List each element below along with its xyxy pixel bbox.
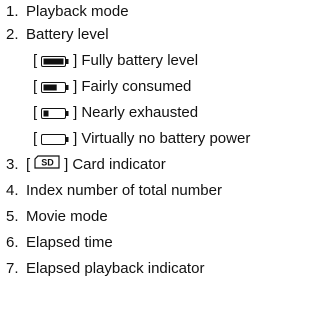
bracket-open: [ (26, 156, 31, 173)
battery-level-label: Fairly consumed (81, 78, 192, 95)
sd-card-icon-text: SD (41, 158, 54, 168)
battery-level-label: Fully battery level (81, 52, 199, 69)
sd-card-icon: SD (34, 152, 60, 178)
item-label: Elapsed time (26, 234, 113, 251)
list-item: 1. Playback mode (6, 2, 324, 22)
list-item: 5. Movie mode (6, 204, 324, 230)
battery-level-item: [ ] Virtually no battery power (6, 126, 324, 152)
item-label: Movie mode (26, 208, 108, 225)
battery-low-icon (41, 107, 69, 119)
item-number: 6. (6, 234, 19, 251)
bracket-close: ] (73, 78, 78, 95)
battery-two-thirds-icon (41, 81, 69, 93)
battery-level-item: [ ] Fairly consumed (6, 74, 324, 100)
item-number: 2. (6, 26, 19, 43)
battery-level-item: [ ] Nearly exhausted (6, 100, 324, 126)
list-item: 7. Elapsed playback indicator (6, 256, 324, 282)
list-item: 6. Elapsed time (6, 230, 324, 256)
list-item: 3. [ SD ] Card indicator (6, 152, 324, 178)
bracket-close: ] (64, 156, 69, 173)
item-label: Battery level (26, 26, 109, 43)
list-item: 4. Index number of total number (6, 178, 324, 204)
item-label: Card indicator (72, 156, 166, 173)
bracket-open: [ (33, 52, 38, 69)
item-number: 4. (6, 182, 19, 199)
bracket-open: [ (33, 104, 38, 121)
bracket-open: [ (33, 130, 38, 147)
battery-full-icon (41, 55, 69, 67)
bracket-close: ] (73, 52, 78, 69)
item-label: Playback mode (26, 3, 129, 20)
bracket-open: [ (33, 78, 38, 95)
item-number: 5. (6, 208, 19, 225)
battery-level-label: Virtually no battery power (81, 130, 251, 147)
bracket-close: ] (73, 104, 78, 121)
item-number: 7. (6, 260, 19, 277)
indicator-legend-list: 1. Playback mode 2. Battery level [ ] Fu… (6, 0, 324, 282)
bracket-close: ] (73, 130, 78, 147)
item-number: 1. (6, 3, 19, 20)
item-label: Index number of total number (26, 182, 222, 199)
item-label: Elapsed playback indicator (26, 260, 205, 277)
list-item: 2. Battery level (6, 22, 324, 48)
battery-level-label: Nearly exhausted (81, 104, 199, 121)
battery-empty-icon (41, 133, 69, 145)
item-number: 3. (6, 156, 19, 173)
battery-level-item: [ ] Fully battery level (6, 48, 324, 74)
